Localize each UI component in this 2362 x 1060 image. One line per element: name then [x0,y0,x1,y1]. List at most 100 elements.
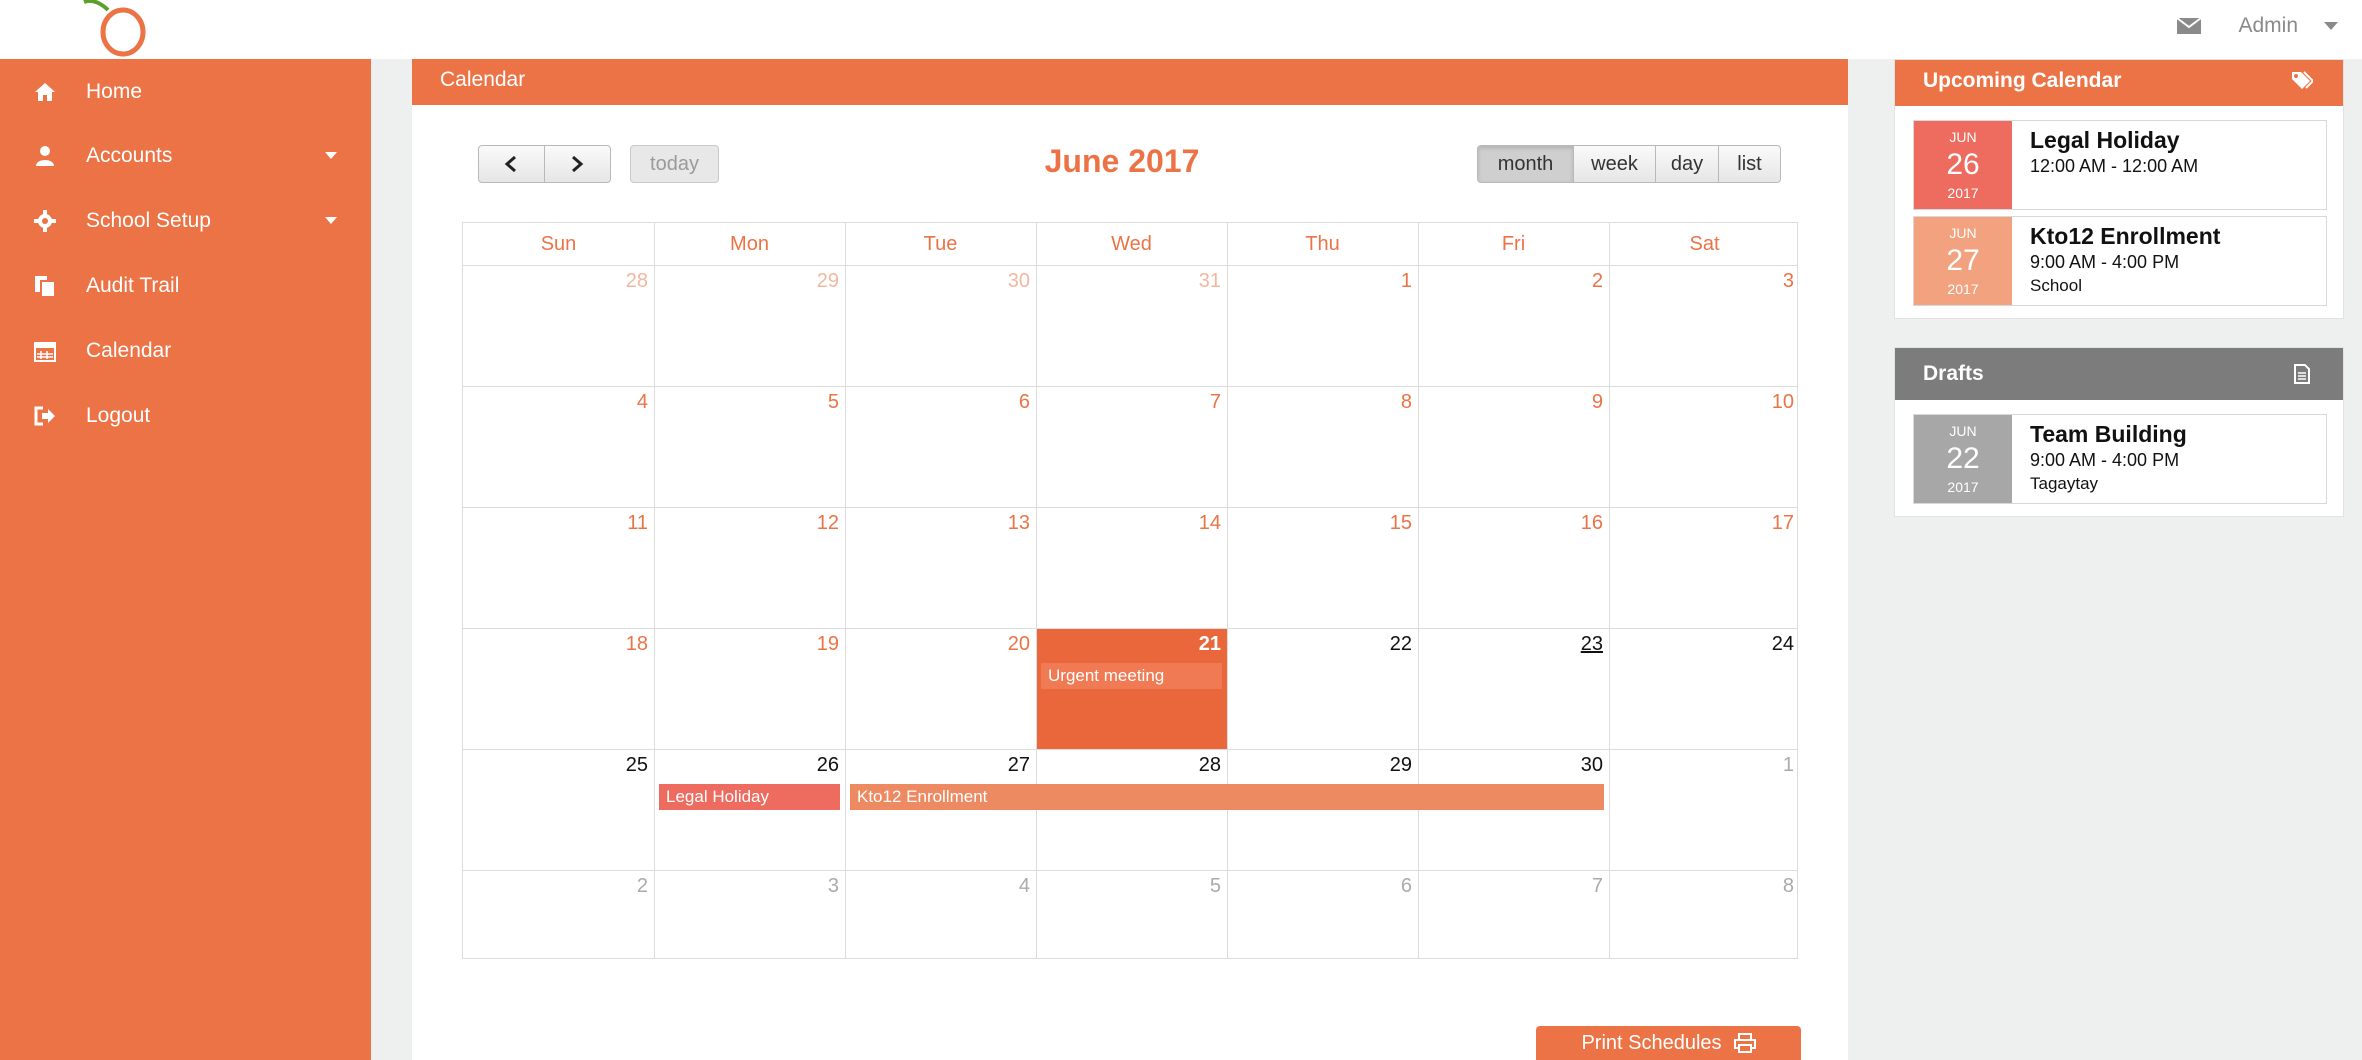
calendar-panel-header: Calendar [412,59,1848,105]
draft-event-card[interactable]: JUN 22 2017 Team Building 9:00 AM - 4:00… [1913,414,2327,504]
user-menu[interactable]: Admin [2238,14,2338,38]
sidebar-item-home[interactable]: Home [0,66,371,118]
sidebar-item-logout[interactable]: Logout [0,390,371,442]
chevron-down-icon [325,152,337,159]
event-urgent-meeting[interactable]: Urgent meeting [1041,663,1222,689]
day-number[interactable]: 8 [1734,875,1794,898]
day-number[interactable]: 17 [1734,512,1794,535]
day-number[interactable]: 6 [1352,875,1412,898]
day-number[interactable]: 1 [1352,270,1412,293]
view-month-button[interactable]: month [1478,146,1574,182]
grid-line [845,223,846,958]
day-number[interactable]: 3 [779,875,839,898]
view-list-button[interactable]: list [1719,146,1780,182]
day-number[interactable]: 12 [779,512,839,535]
sidebar-item-label: Home [86,80,143,103]
upcoming-calendar-panel: Upcoming Calendar JUN 26 2017 Legal Holi… [1894,59,2344,319]
day-number[interactable]: 21 [1161,633,1221,656]
event-month: JUN [1949,423,1977,439]
weekday-header: Mon [730,233,769,255]
day-number[interactable]: 25 [588,754,648,777]
day-number[interactable]: 3 [1734,270,1794,293]
day-number[interactable]: 6 [970,391,1030,414]
event-year: 2017 [1947,281,1979,297]
upcoming-event-card[interactable]: JUN 27 2017 Kto12 Enrollment 9:00 AM - 4… [1913,216,2327,306]
day-number[interactable]: 30 [970,270,1030,293]
month-title: June 2017 [1044,143,1200,179]
event-name: Kto12 Enrollment [2030,223,2221,249]
day-number[interactable]: 2 [1543,270,1603,293]
event-name: Team Building [2030,421,2187,447]
day-number[interactable]: 28 [588,270,648,293]
sidebar-item-label: Logout [86,404,151,427]
upcoming-title: Upcoming Calendar [1923,69,2122,92]
sidebar-item-calendar[interactable]: Calendar [0,325,371,377]
files-icon [35,276,56,298]
weekday-header: Tue [923,233,958,255]
event-day: 27 [1946,244,1980,277]
grid-line [463,749,1797,750]
day-number[interactable]: 23 [1543,633,1603,656]
weekday-header: Wed [1111,233,1152,255]
weekday-header: Sun [540,233,577,255]
next-button[interactable] [545,146,611,182]
sidebar-item-audit-trail[interactable]: Audit Trail [0,260,371,312]
today-button[interactable]: today [630,145,719,183]
sidebar-item-accounts[interactable]: Accounts [0,130,371,182]
event-time: 12:00 AM - 12:00 AM [2030,156,2199,176]
day-number[interactable]: 22 [1352,633,1412,656]
day-number[interactable]: 24 [1734,633,1794,656]
day-number[interactable]: 26 [779,754,839,777]
event-legal-holiday[interactable]: Legal Holiday [659,784,840,810]
day-number[interactable]: 5 [779,391,839,414]
day-number[interactable]: 15 [1352,512,1412,535]
sidebar-item-school-setup[interactable]: School Setup [0,195,371,247]
mail-icon[interactable] [2176,16,2203,36]
event-year: 2017 [1947,185,1979,201]
day-number[interactable]: 20 [970,633,1030,656]
grid-line [1418,223,1419,958]
event-day: 26 [1946,148,1980,181]
day-number[interactable]: 13 [970,512,1030,535]
view-week-button[interactable]: week [1574,146,1656,182]
document-icon [2294,364,2310,384]
day-number[interactable]: 11 [588,512,648,535]
panel-title: Calendar [440,68,526,91]
grid-line [463,265,1797,266]
event-date-block: JUN 27 2017 [1914,217,2012,305]
day-number[interactable]: 27 [970,754,1030,777]
day-number[interactable]: 9 [1543,391,1603,414]
drafts-title: Drafts [1923,362,1984,385]
day-number[interactable]: 14 [1161,512,1221,535]
print-schedules-button[interactable]: Print Schedules [1536,1026,1801,1060]
event-kto12-enrollment[interactable]: Kto12 Enrollment [850,784,1604,810]
day-number[interactable]: 18 [588,633,648,656]
day-number[interactable]: 16 [1543,512,1603,535]
day-number[interactable]: 1 [1734,754,1794,777]
day-number[interactable]: 5 [1161,875,1221,898]
drafts-panel: Drafts JUN 22 2017 Team Building 9:00 AM… [1894,347,2344,517]
upcoming-event-card[interactable]: JUN 26 2017 Legal Holiday 12:00 AM - 12:… [1913,120,2327,210]
day-number[interactable]: 2 [588,875,648,898]
sidebar-item-label: School Setup [86,209,211,232]
sidebar-item-label: Calendar [86,339,172,362]
day-number[interactable]: 7 [1161,391,1221,414]
day-number[interactable]: 4 [588,391,648,414]
day-number[interactable]: 19 [779,633,839,656]
view-day-button[interactable]: day [1656,146,1719,182]
orange-logo-icon[interactable] [76,0,166,59]
prev-button[interactable] [479,146,545,182]
gear-icon [34,210,56,232]
day-number[interactable]: 4 [970,875,1030,898]
day-number[interactable]: 30 [1543,754,1603,777]
day-number[interactable]: 29 [779,270,839,293]
day-number[interactable]: 31 [1161,270,1221,293]
chevron-left-icon [504,155,517,173]
day-number[interactable]: 29 [1352,754,1412,777]
day-number[interactable]: 8 [1352,391,1412,414]
day-number[interactable]: 28 [1161,754,1221,777]
calendar-icon [34,342,56,362]
day-number[interactable]: 7 [1543,875,1603,898]
event-day: 22 [1946,442,1980,475]
day-number[interactable]: 10 [1734,391,1794,414]
